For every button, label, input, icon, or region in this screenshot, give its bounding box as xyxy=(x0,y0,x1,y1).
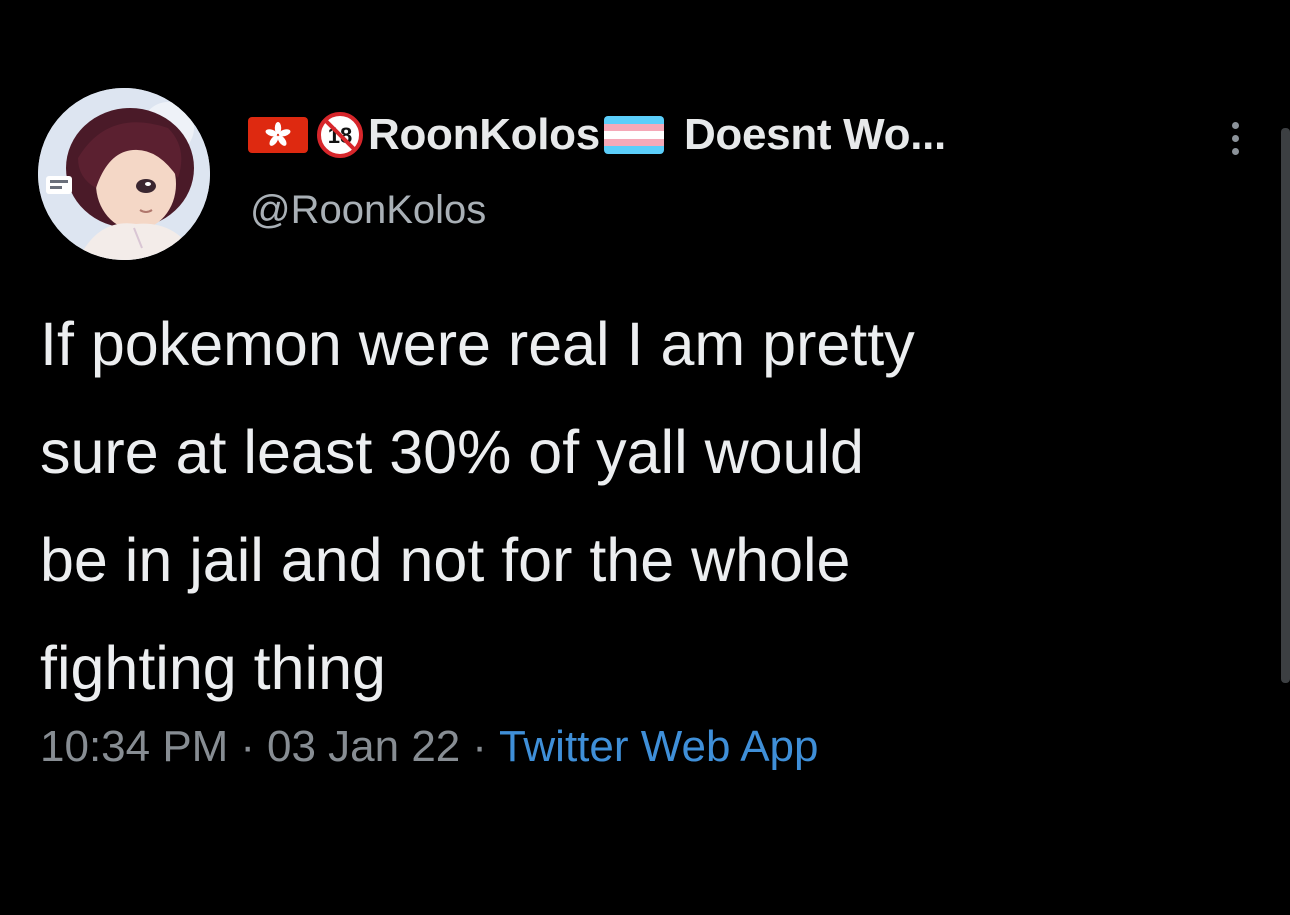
tweet-card[interactable]: 18 RoonKolos Doesnt Wo... @RoonKolos If … xyxy=(0,0,1290,915)
display-name[interactable]: RoonKolos xyxy=(368,110,600,160)
more-vertical-icon-dot xyxy=(1231,134,1239,142)
transgender-flag-icon xyxy=(603,116,664,154)
author-handle[interactable]: @RoonKolos xyxy=(250,188,486,233)
scrollbar[interactable] xyxy=(1281,128,1290,683)
more-options-button[interactable] xyxy=(1218,110,1252,166)
tweet-metadata: 10:34 PM · 03 Jan 22 · Twitter Web App xyxy=(40,722,819,772)
avatar-illustration-icon xyxy=(38,88,210,260)
tweet-time[interactable]: 10:34 PM xyxy=(40,722,228,771)
hong-kong-flag-icon xyxy=(248,117,308,153)
more-vertical-icon-dot xyxy=(1231,121,1239,129)
no-under-18-icon: 18 xyxy=(316,111,364,159)
separator-dot: · xyxy=(472,722,487,771)
avatar[interactable] xyxy=(38,88,210,260)
separator-dot: · xyxy=(240,722,255,771)
tweet-source-link[interactable]: Twitter Web App xyxy=(499,722,819,771)
tweet-date[interactable]: 03 Jan 22 xyxy=(267,722,460,771)
display-name-suffix[interactable]: Doesnt Wo... xyxy=(684,110,946,160)
tweet-text: If pokemon were real I am pretty sure at… xyxy=(40,310,915,702)
author-name-row[interactable]: 18 RoonKolos Doesnt Wo... xyxy=(248,110,946,160)
more-vertical-icon-dot xyxy=(1231,147,1239,155)
